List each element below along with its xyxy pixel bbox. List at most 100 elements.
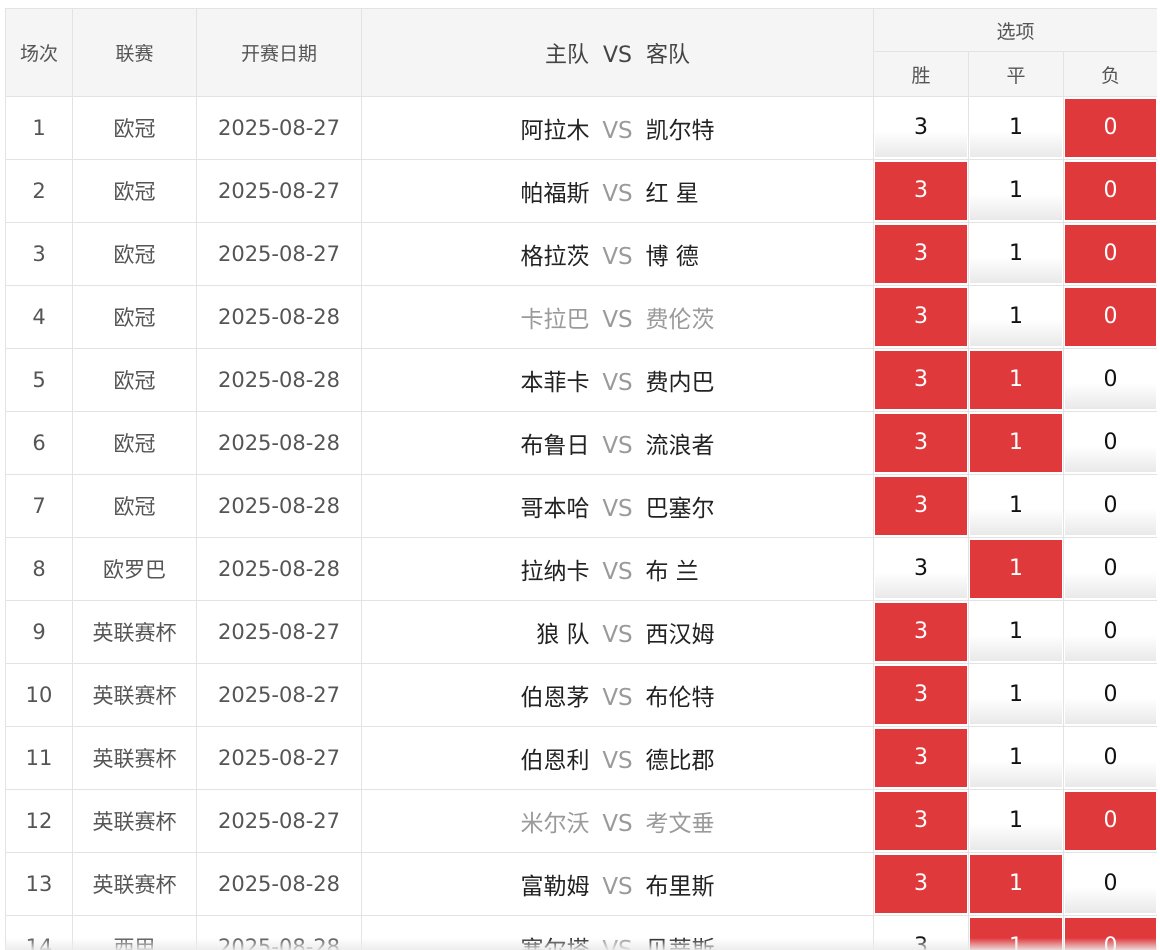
option-win-button[interactable]: 3 xyxy=(875,288,967,346)
option-cell-draw: 1 xyxy=(968,411,1064,475)
option-draw-button[interactable]: 1 xyxy=(970,603,1062,661)
vs-label: VS xyxy=(602,559,633,585)
option-draw-button[interactable]: 1 xyxy=(970,666,1062,724)
home-team: 伯恩利 xyxy=(520,748,590,774)
option-win-button[interactable]: 3 xyxy=(875,729,967,787)
vs-label: VS xyxy=(602,118,633,144)
table-row: 9 英联赛杯 2025-08-27 狼 队 VS 西汉姆 3 1 0 xyxy=(5,600,1157,664)
option-draw-button[interactable]: 1 xyxy=(970,225,1062,283)
option-win-button[interactable]: 3 xyxy=(875,351,967,409)
home-team: 富勒姆 xyxy=(520,874,590,900)
option-cell-lose: 0 xyxy=(1062,348,1157,412)
vs-label: VS xyxy=(602,874,633,900)
option-cell-win: 3 xyxy=(873,222,969,286)
vs-label: VS xyxy=(602,685,633,711)
option-win-button[interactable]: 3 xyxy=(875,414,967,472)
match-number: 7 xyxy=(5,474,73,538)
option-cell-draw: 1 xyxy=(968,474,1064,538)
option-win-button[interactable]: 3 xyxy=(875,225,967,283)
table-row: 6 欧冠 2025-08-28 布鲁日 VS 流浪者 3 1 0 xyxy=(5,411,1157,475)
option-win-button[interactable]: 3 xyxy=(875,666,967,724)
match-teams: 伯恩利 VS 德比郡 xyxy=(361,726,874,790)
option-lose-button[interactable]: 0 xyxy=(1065,225,1157,283)
option-draw-button[interactable]: 1 xyxy=(970,792,1062,850)
option-cell-draw: 1 xyxy=(968,789,1064,853)
option-draw-button[interactable]: 1 xyxy=(970,288,1062,346)
option-win-button[interactable]: 3 xyxy=(875,855,967,913)
option-lose-button[interactable]: 0 xyxy=(1065,792,1157,850)
option-lose-button[interactable]: 0 xyxy=(1065,540,1157,598)
match-date: 2025-08-27 xyxy=(196,96,362,160)
match-teams: 狼 队 VS 西汉姆 xyxy=(361,600,874,664)
option-cell-lose: 0 xyxy=(1062,285,1157,349)
league-name: 英联赛杯 xyxy=(72,852,197,916)
option-win-button[interactable]: 3 xyxy=(875,540,967,598)
table-row: 14 西甲 2025-08-28 塞尔塔 VS 贝蒂斯 3 1 0 xyxy=(5,915,1157,950)
option-win-button[interactable]: 3 xyxy=(875,99,967,157)
option-draw-button[interactable]: 1 xyxy=(970,540,1062,598)
option-cell-win: 3 xyxy=(873,474,969,538)
option-cell-win: 3 xyxy=(873,726,969,790)
away-team: 西汉姆 xyxy=(645,622,715,648)
match-date: 2025-08-28 xyxy=(196,348,362,412)
option-draw-button[interactable]: 1 xyxy=(970,855,1062,913)
option-cell-draw: 1 xyxy=(968,348,1064,412)
match-teams: 拉纳卡 VS 布 兰 xyxy=(361,537,874,601)
option-win-button[interactable]: 3 xyxy=(875,918,967,950)
option-cell-win: 3 xyxy=(873,852,969,916)
option-lose-button[interactable]: 0 xyxy=(1065,666,1157,724)
option-cell-win: 3 xyxy=(873,159,969,223)
option-cell-win: 3 xyxy=(873,537,969,601)
option-draw-button[interactable]: 1 xyxy=(970,99,1062,157)
away-team: 德比郡 xyxy=(645,748,715,774)
header-teams: 主队 VS 客队 xyxy=(361,8,874,97)
header-draw: 平 xyxy=(968,51,1064,97)
option-draw-button[interactable]: 1 xyxy=(970,729,1062,787)
header-away: 客队 xyxy=(646,42,691,68)
table-row: 5 欧冠 2025-08-28 本菲卡 VS 费内巴 3 1 0 xyxy=(5,348,1157,412)
option-cell-win: 3 xyxy=(873,285,969,349)
home-team: 阿拉木 xyxy=(520,118,590,144)
home-team: 狼 队 xyxy=(536,622,590,648)
league-name: 英联赛杯 xyxy=(72,789,197,853)
option-lose-button[interactable]: 0 xyxy=(1065,414,1157,472)
option-cell-lose: 0 xyxy=(1062,159,1157,223)
option-lose-button[interactable]: 0 xyxy=(1065,603,1157,661)
match-date: 2025-08-28 xyxy=(196,537,362,601)
option-lose-button[interactable]: 0 xyxy=(1065,918,1157,950)
option-lose-button[interactable]: 0 xyxy=(1065,288,1157,346)
option-win-button[interactable]: 3 xyxy=(875,603,967,661)
league-name: 欧冠 xyxy=(72,96,197,160)
away-team: 费伦茨 xyxy=(645,307,715,333)
away-team: 巴塞尔 xyxy=(645,496,715,522)
option-lose-button[interactable]: 0 xyxy=(1065,477,1157,535)
option-cell-lose: 0 xyxy=(1062,852,1157,916)
option-draw-button[interactable]: 1 xyxy=(970,918,1062,950)
option-draw-button[interactable]: 1 xyxy=(970,351,1062,409)
option-cell-draw: 1 xyxy=(968,285,1064,349)
league-name: 西甲 xyxy=(72,915,197,950)
match-number: 11 xyxy=(5,726,73,790)
option-cell-win: 3 xyxy=(873,411,969,475)
vs-label: VS xyxy=(602,622,633,648)
table-row: 12 英联赛杯 2025-08-27 米尔沃 VS 考文垂 3 1 0 xyxy=(5,789,1157,853)
option-lose-button[interactable]: 0 xyxy=(1065,162,1157,220)
option-draw-button[interactable]: 1 xyxy=(970,162,1062,220)
option-lose-button[interactable]: 0 xyxy=(1065,855,1157,913)
match-number: 13 xyxy=(5,852,73,916)
match-date: 2025-08-27 xyxy=(196,222,362,286)
option-win-button[interactable]: 3 xyxy=(875,477,967,535)
option-win-button[interactable]: 3 xyxy=(875,792,967,850)
option-win-button[interactable]: 3 xyxy=(875,162,967,220)
header-lose: 负 xyxy=(1062,51,1157,97)
table-row: 13 英联赛杯 2025-08-28 富勒姆 VS 布里斯 3 1 0 xyxy=(5,852,1157,916)
away-team: 红 星 xyxy=(645,181,699,207)
option-draw-button[interactable]: 1 xyxy=(970,414,1062,472)
option-cell-win: 3 xyxy=(873,663,969,727)
option-lose-button[interactable]: 0 xyxy=(1065,99,1157,157)
match-teams: 布鲁日 VS 流浪者 xyxy=(361,411,874,475)
option-cell-draw: 1 xyxy=(968,537,1064,601)
option-lose-button[interactable]: 0 xyxy=(1065,729,1157,787)
option-draw-button[interactable]: 1 xyxy=(970,477,1062,535)
option-lose-button[interactable]: 0 xyxy=(1065,351,1157,409)
